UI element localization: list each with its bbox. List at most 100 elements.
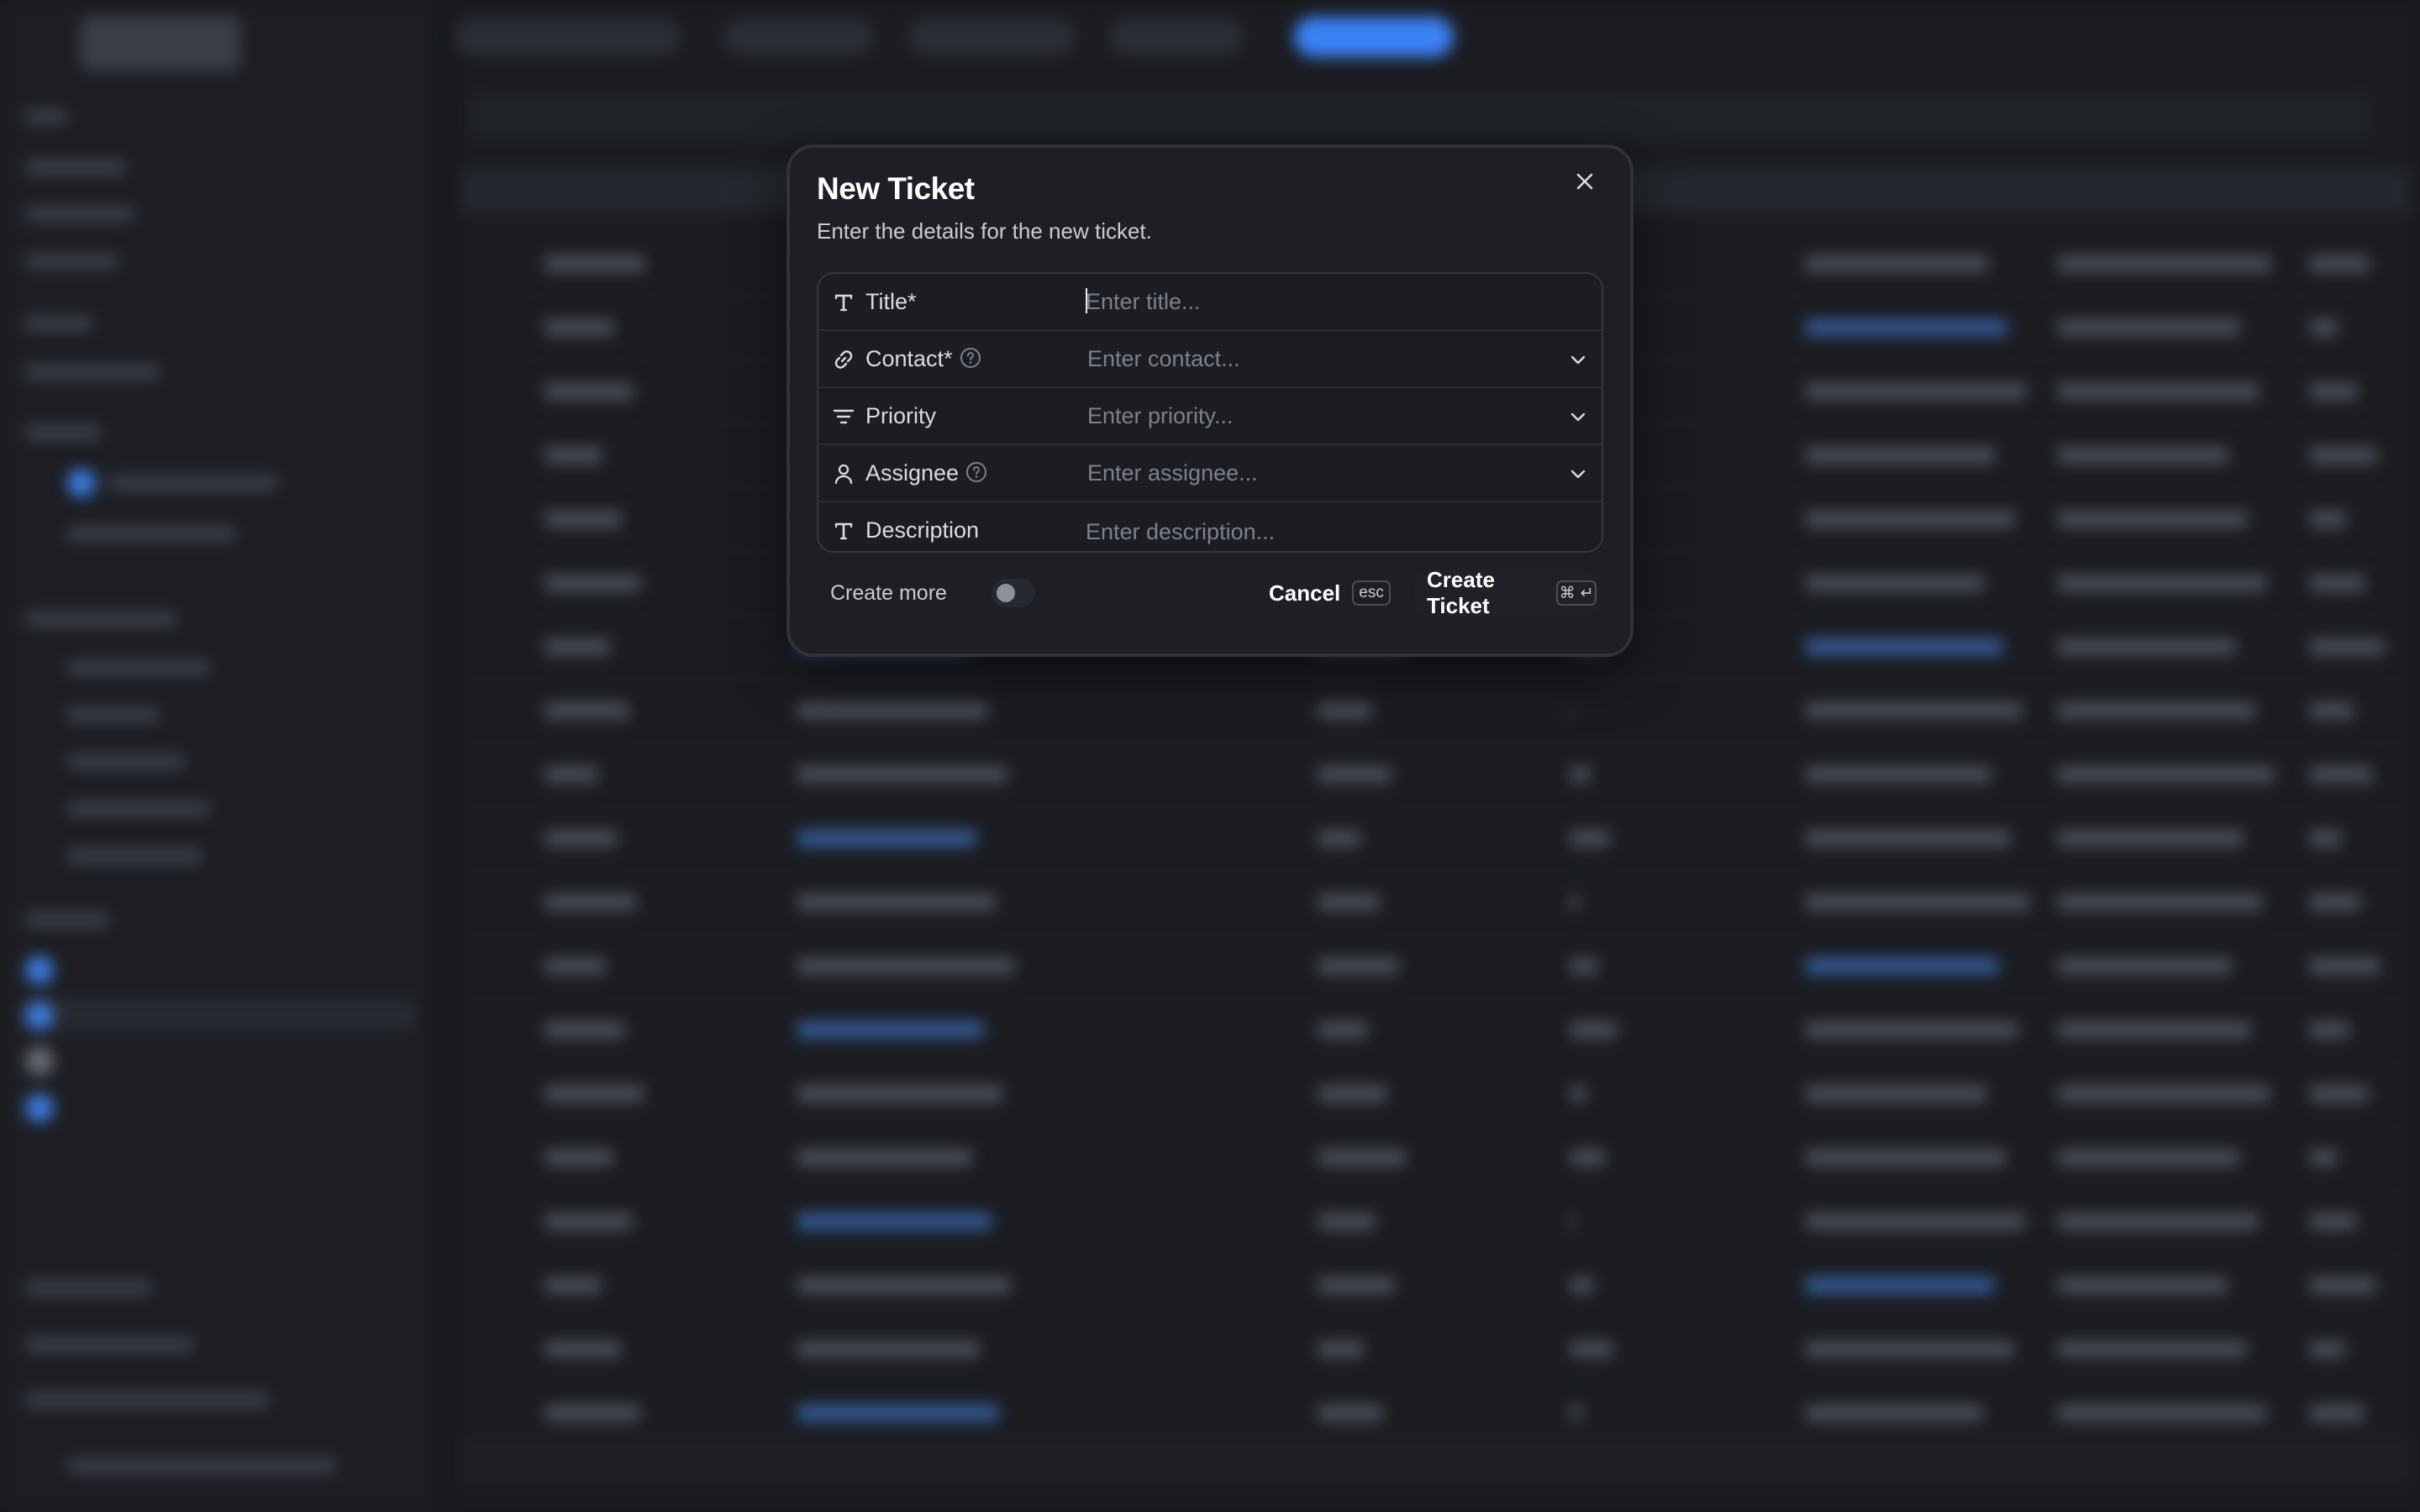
assignee-label-text: Assignee (865, 460, 960, 486)
enter-key-icon: ↵ (1580, 584, 1594, 602)
table-cell (1570, 1277, 1594, 1294)
chevron-down-icon[interactable] (1566, 462, 1590, 486)
table-cell (1805, 894, 2030, 911)
table-cell (544, 1213, 633, 1230)
table-cell (2057, 1085, 2270, 1102)
table-cell (2057, 447, 2228, 464)
table-cell (544, 894, 637, 911)
table-cell (1805, 319, 2007, 336)
table-cell (544, 1021, 625, 1038)
sidebar-selected-item (20, 998, 415, 1032)
close-button[interactable] (1568, 166, 1602, 200)
table-cell (1805, 1213, 2026, 1230)
sidebar-item (25, 1280, 151, 1295)
chevron-down-icon[interactable] (1566, 405, 1590, 428)
sidebar-item (25, 1393, 269, 1408)
table-cell (2309, 319, 2338, 336)
sidebar-item (25, 365, 160, 380)
table-cell (544, 1085, 644, 1102)
table-cell (2309, 511, 2346, 528)
sidebar-item (67, 526, 235, 541)
table-row (460, 806, 2410, 871)
priority-input[interactable]: Enter priority... (1087, 403, 1234, 429)
table-cell (1805, 383, 2027, 400)
table-cell (2057, 1404, 2266, 1421)
table-cell (2309, 894, 2361, 911)
table-cell (1318, 958, 1399, 974)
sidebar-section-label (25, 425, 101, 440)
table-cell (1318, 1277, 1395, 1294)
dialog-footer: Create more Cancel esc Create Ticket ⌘ ↵ (817, 567, 1603, 618)
contact-input[interactable]: Enter contact... (1087, 346, 1240, 372)
table-cell (1805, 1341, 2014, 1357)
close-icon (1574, 171, 1596, 197)
sidebar-avatar (25, 1094, 54, 1122)
table-cell (1318, 702, 1372, 719)
table-row (460, 1126, 2410, 1190)
table-cell (797, 1085, 1003, 1102)
topbar-item (1109, 18, 1244, 55)
create-ticket-button[interactable]: Create Ticket ⌘ ↵ (1415, 567, 1597, 618)
table-cell (1805, 958, 1999, 974)
sidebar-section-label (25, 912, 109, 927)
table-cell (1318, 1149, 1407, 1166)
table-cell (2309, 1149, 2338, 1166)
table-cell (2057, 383, 2260, 400)
table-cell (544, 1277, 602, 1294)
sidebar-avatar (67, 469, 96, 497)
table-cell (1805, 1085, 1987, 1102)
toggle-knob (997, 584, 1015, 602)
table-cell (1805, 638, 2003, 655)
table-cell (544, 1404, 640, 1421)
table-cell (2057, 830, 2244, 847)
topbar-item (454, 18, 681, 55)
sidebar-item (109, 475, 277, 491)
table-cell (1570, 1085, 1586, 1102)
cancel-button[interactable]: Cancel esc (1269, 573, 1391, 613)
assignee-field-row[interactable]: Assignee Enter assignee... (818, 445, 1602, 502)
priority-label: Priority (865, 403, 937, 428)
table-cell (797, 766, 1007, 783)
sidebar-item (67, 707, 160, 722)
create-more-toggle[interactable] (992, 579, 1035, 607)
assignee-input[interactable]: Enter assignee... (1087, 460, 1258, 486)
table-cell (2309, 1213, 2357, 1230)
dialog-subtitle: Enter the details for the new ticket. (817, 218, 1152, 244)
table-cell (797, 1149, 972, 1166)
table-cell (1570, 1021, 1618, 1038)
table-cell (1805, 575, 1984, 591)
text-t-icon (832, 519, 855, 543)
table-cell (1805, 1149, 2007, 1166)
text-t-icon (832, 291, 855, 314)
table-cell (2057, 1021, 2251, 1038)
table-cell (544, 638, 610, 655)
contact-field-row[interactable]: Contact* Enter contact... (818, 331, 1602, 388)
description-input[interactable] (1086, 512, 1556, 551)
table-cell (797, 1021, 984, 1038)
title-input[interactable] (1086, 282, 1556, 321)
sidebar-section-label (25, 316, 92, 331)
table-cell (2057, 1277, 2228, 1294)
table-cell (1318, 830, 1360, 847)
table-cell (1805, 447, 1996, 464)
assignee-label: Assignee (865, 460, 987, 486)
table-cell (1570, 958, 1598, 974)
priority-field-row[interactable]: Priority Enter priority... (818, 388, 1602, 445)
chevron-down-icon[interactable] (1566, 348, 1590, 371)
dialog-title: New Ticket (817, 171, 975, 206)
help-circle-icon[interactable] (965, 461, 987, 483)
help-circle-icon[interactable] (960, 347, 981, 369)
table-cell (1318, 1085, 1387, 1102)
table-cell (797, 958, 1015, 974)
table-cell (2309, 638, 2385, 655)
table-cell (1570, 830, 1610, 847)
sidebar-item (25, 254, 118, 269)
table-cell (2057, 1149, 2239, 1166)
table-cell (2057, 702, 2255, 719)
table-cell (1570, 1213, 1575, 1230)
sidebar-item (25, 207, 134, 222)
table-cell (1570, 766, 1591, 783)
table-cell (1805, 1021, 2018, 1038)
table-row (460, 679, 2410, 743)
create-more-label: Create more (830, 581, 947, 605)
